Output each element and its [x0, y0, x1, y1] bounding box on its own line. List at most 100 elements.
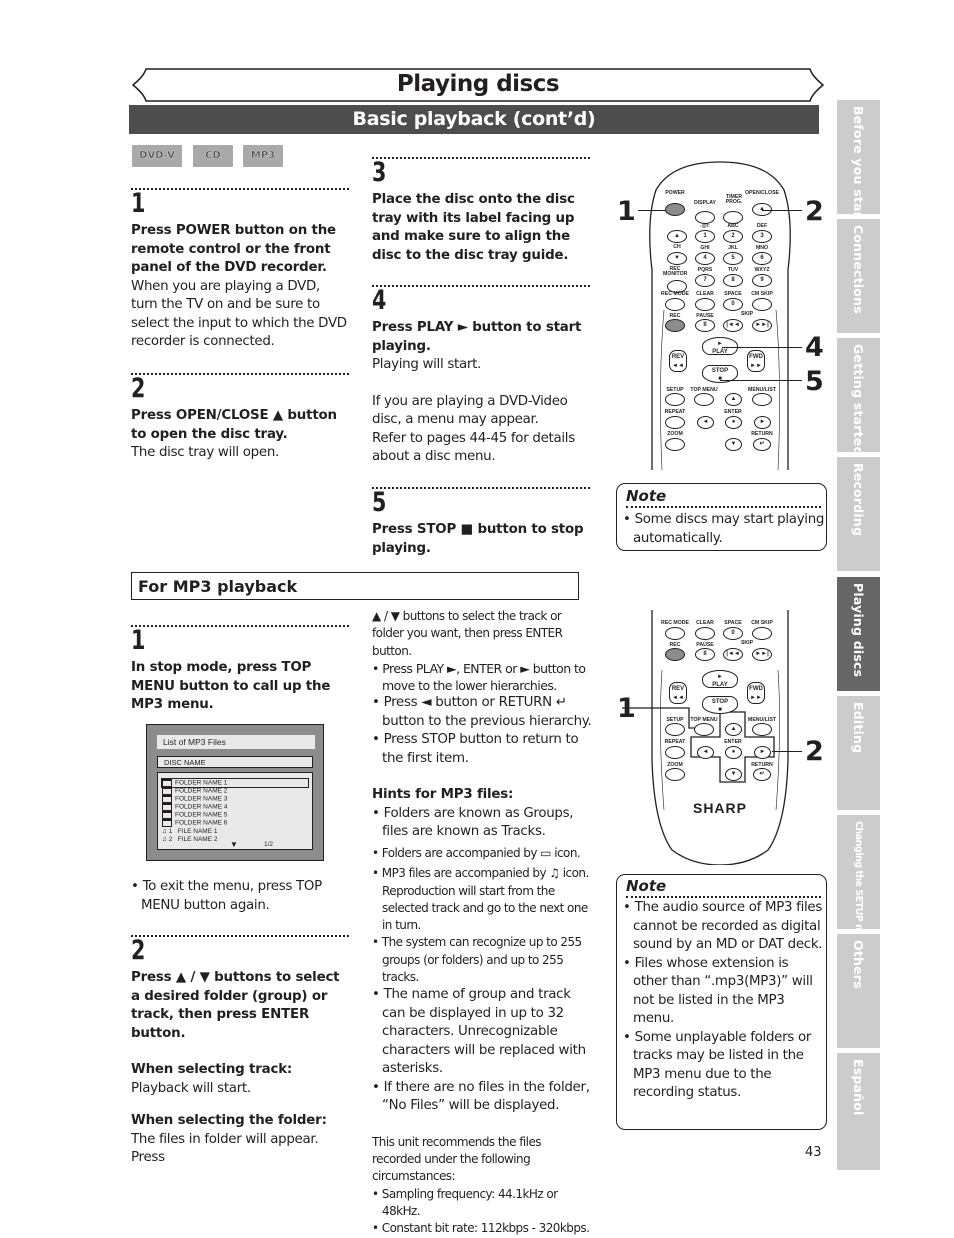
- rec-button[interactable]: [665, 319, 685, 332]
- page-number: 43: [805, 1145, 822, 1160]
- folder-row[interactable]: FOLDER NAME 6: [162, 819, 227, 827]
- rev-button[interactable]: REV ◄◄: [669, 350, 687, 372]
- skip-back-button[interactable]: |◄◄: [723, 319, 743, 332]
- right-button[interactable]: ►: [754, 746, 771, 759]
- play-button[interactable]: ► PLAY: [702, 337, 738, 355]
- rec-mode-button[interactable]: [665, 627, 685, 640]
- menu-list-button[interactable]: [752, 393, 772, 406]
- return-button[interactable]: ↵: [753, 768, 771, 781]
- skip-forward-button[interactable]: ►►|: [752, 648, 772, 661]
- play-button[interactable]: ► PLAY: [702, 670, 738, 688]
- skip-forward-button[interactable]: ►►|: [752, 319, 772, 332]
- clear-button[interactable]: [695, 298, 715, 311]
- side-tab-recording[interactable]: Recording: [837, 457, 880, 571]
- ch-up-button[interactable]: ▲: [667, 230, 687, 243]
- play-label: PLAY: [712, 349, 728, 355]
- repeat-label: REPEAT: [664, 409, 686, 415]
- power-button[interactable]: [665, 203, 685, 216]
- key-6[interactable]: 6: [752, 252, 772, 265]
- down-button[interactable]: ▼: [725, 768, 742, 781]
- side-tab-connections[interactable]: Connections: [837, 219, 880, 333]
- badge-label: MP3: [250, 150, 276, 161]
- key-9[interactable]: 9: [752, 274, 772, 287]
- pause-button[interactable]: II: [695, 319, 715, 332]
- repeat-button[interactable]: [665, 746, 685, 759]
- cm-skip-button[interactable]: [752, 298, 772, 311]
- side-tab-espanol[interactable]: Español: [837, 1053, 880, 1170]
- left-button[interactable]: ◄: [697, 746, 714, 759]
- file-row[interactable]: ♫ 2 FILE NAME 2: [162, 836, 217, 844]
- ch-down-button[interactable]: ▼: [667, 252, 687, 265]
- top-menu-button[interactable]: [694, 393, 714, 406]
- cm-skip-button[interactable]: [752, 627, 772, 640]
- pause-button[interactable]: II: [695, 648, 715, 661]
- hint-text: MP3 files are accompanied by ♫ icon. Rep…: [381, 866, 589, 933]
- rev-button[interactable]: REV ◄◄: [669, 682, 687, 704]
- step-3: 3 Place the disc onto the disc tray with…: [372, 157, 590, 265]
- side-tab-label: Before you start: [851, 106, 866, 225]
- side-tab-others[interactable]: Others: [837, 934, 880, 1048]
- skip-back-button[interactable]: |◄◄: [723, 648, 743, 661]
- note-text: Files whose extension is other than “.mp…: [633, 955, 813, 1027]
- key-4[interactable]: 4: [695, 252, 715, 265]
- note-text: Some discs may start playing automatical…: [633, 512, 825, 546]
- rec-mode-button[interactable]: [665, 298, 685, 311]
- step-instruction: Press OPEN/CLOSE ▲ button to open the di…: [131, 408, 337, 442]
- key-2[interactable]: 2: [723, 230, 743, 243]
- folder-icon: [162, 819, 172, 827]
- file-row[interactable]: ♫ 1 FILE NAME 1: [162, 828, 217, 836]
- side-tab-editing[interactable]: Editing: [837, 696, 880, 810]
- return-label: RETURN: [751, 431, 773, 437]
- note-text: Some unplayable folders or tracks may be…: [633, 1029, 812, 1101]
- scroll-down-icon[interactable]: ▼: [230, 841, 238, 849]
- setup-button[interactable]: [665, 393, 685, 406]
- folder-name: FOLDER NAME 3: [175, 795, 228, 803]
- key-3[interactable]: 3: [752, 230, 772, 243]
- enter-button[interactable]: ●: [725, 416, 742, 429]
- menu-list-button[interactable]: [752, 723, 772, 736]
- fwd-button[interactable]: FWD ►►: [747, 350, 765, 372]
- side-tab-playing-discs[interactable]: Playing discs: [837, 577, 880, 691]
- hint-item: • The name of group and track can be dis…: [372, 987, 586, 1077]
- note-item: • Some discs may start playing automatic…: [623, 512, 825, 546]
- folder-row[interactable]: FOLDER NAME 2: [162, 787, 227, 795]
- zoom-button[interactable]: [665, 438, 685, 451]
- up-button[interactable]: ▲: [725, 393, 742, 406]
- down-button[interactable]: ▼: [725, 438, 742, 451]
- folder-name: FOLDER NAME 4: [175, 803, 228, 811]
- folder-row[interactable]: FOLDER NAME 5: [162, 811, 227, 819]
- rec-button[interactable]: [665, 648, 685, 661]
- key-1[interactable]: 1: [695, 230, 715, 243]
- side-tab-changing-setup-menu[interactable]: Changing the SETUP menu: [837, 815, 880, 952]
- side-tab-getting-started[interactable]: Getting started: [837, 338, 880, 456]
- right-button[interactable]: ►: [754, 416, 771, 429]
- skip-label: SKIP: [740, 640, 754, 646]
- side-tab-before-you-start[interactable]: Before you start: [837, 100, 880, 224]
- keypad-letters: DEF: [756, 223, 768, 229]
- folder-row[interactable]: FOLDER NAME 3: [162, 795, 227, 803]
- key-0[interactable]: 0: [723, 298, 743, 311]
- enter-button[interactable]: ●: [725, 746, 742, 759]
- page-title: Playing discs: [396, 71, 560, 97]
- recommend-item-text: Sampling frequency: 44.1kHz or 48kHz.: [381, 1186, 558, 1219]
- zoom-button[interactable]: [665, 768, 685, 781]
- key-8[interactable]: 8: [723, 274, 743, 287]
- folder-row[interactable]: FOLDER NAME 4: [162, 803, 227, 811]
- fwd-button[interactable]: FWD ►►: [747, 682, 765, 704]
- key-5[interactable]: 5: [723, 252, 743, 265]
- exit-menu-bullet: • To exit the menu, press TOP MENU butto…: [131, 879, 322, 913]
- step-instruction: Press PLAY ► button to start playing.: [372, 320, 582, 354]
- folder-row[interactable]: FOLDER NAME 1: [161, 778, 309, 788]
- top-menu-button[interactable]: [694, 723, 714, 736]
- up-button[interactable]: ▲: [725, 723, 742, 736]
- left-button[interactable]: ◄: [697, 416, 714, 429]
- sharp-logo: SHARP: [692, 800, 747, 816]
- stop-button[interactable]: STOP ■: [702, 696, 738, 714]
- return-button[interactable]: ↵: [753, 438, 771, 451]
- setup-button[interactable]: [665, 723, 685, 736]
- key-0[interactable]: 0: [723, 627, 743, 640]
- clear-button[interactable]: [695, 627, 715, 640]
- key-7[interactable]: 7: [695, 274, 715, 287]
- repeat-button[interactable]: [665, 416, 685, 429]
- display-label: DISPLAY: [693, 200, 717, 206]
